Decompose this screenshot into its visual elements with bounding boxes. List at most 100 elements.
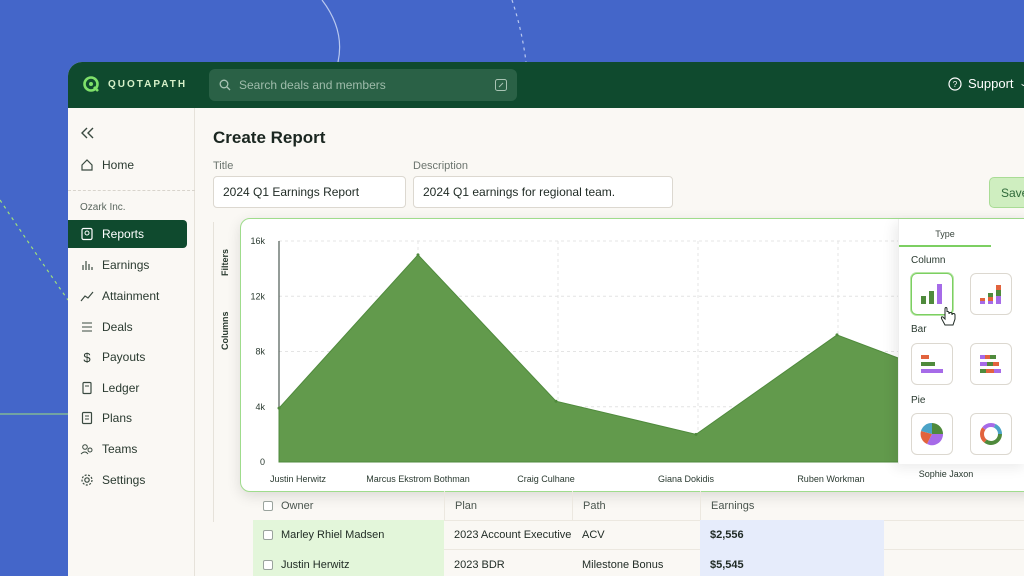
- owner-cell: Marley Rhiel Madsen: [253, 520, 444, 550]
- path-cell: Milestone Bonus: [582, 559, 664, 571]
- plan-cell: 2023 Account Executive: [454, 529, 572, 541]
- sidebar-item-deals[interactable]: Deals: [68, 313, 187, 341]
- sidebar-item-label: Settings: [102, 473, 146, 487]
- teams-icon: [80, 444, 93, 455]
- brand-name: QUOTAPATH: [108, 78, 188, 90]
- tab-type[interactable]: Type: [899, 219, 991, 247]
- bar-chart-icon: [921, 355, 943, 373]
- save-button[interactable]: Save: [989, 177, 1024, 208]
- section-pie-label: Pie: [911, 395, 926, 406]
- stacked-column-chart-option[interactable]: [970, 273, 1012, 315]
- divider: [68, 190, 195, 191]
- y-tick-label: 16k: [250, 236, 265, 246]
- earnings-cell: $5,545: [700, 550, 884, 576]
- area-series: [278, 254, 977, 463]
- columns-tab[interactable]: Columns: [220, 311, 230, 350]
- x-tick-label: Giana Dokidis: [658, 474, 715, 484]
- pie-chart-icon: [920, 422, 944, 446]
- sidebar-item-earnings[interactable]: Earnings: [68, 251, 187, 279]
- ledger-icon: [82, 381, 92, 395]
- list-icon: [82, 322, 92, 332]
- sidebar-item-label: Plans: [102, 411, 133, 425]
- plan-header[interactable]: Plan: [444, 491, 572, 521]
- sidebar-item-label: Attainment: [102, 289, 160, 303]
- gear-icon: [81, 474, 93, 486]
- top-bar: QUOTAPATH Search deals and members ? Sup…: [68, 62, 1024, 108]
- shortcut-icon: [495, 79, 507, 91]
- earnings-cell: $2,556: [700, 520, 884, 550]
- section-column-label: Column: [911, 255, 946, 266]
- sidebar-item-teams[interactable]: Teams: [68, 435, 187, 463]
- sidebar-item-attainment[interactable]: Attainment: [68, 282, 187, 310]
- sidebar-item-ledger[interactable]: Ledger: [68, 374, 187, 402]
- dollar-icon: $: [83, 349, 91, 365]
- donut-chart-option[interactable]: [970, 413, 1012, 455]
- sidebar-item-reports[interactable]: Reports: [68, 220, 187, 248]
- sidebar-item-label: Earnings: [102, 258, 150, 272]
- double-chevron-left-icon: [81, 127, 94, 139]
- sidebar-item-label: Reports: [102, 227, 145, 241]
- description-field[interactable]: 2024 Q1 earnings for regional team.: [413, 176, 673, 208]
- row-checkbox[interactable]: [263, 530, 273, 540]
- sidebar-item-label: Ledger: [102, 381, 140, 395]
- filters-tab[interactable]: Filters: [220, 249, 230, 276]
- title-label: Title: [213, 160, 234, 172]
- stacked-bar-chart-icon: [980, 355, 1001, 373]
- sidebar-item-label: Payouts: [102, 350, 146, 364]
- x-tick-label: Justin Herwitz: [270, 474, 327, 484]
- y-tick-label: 0: [260, 457, 265, 467]
- home-icon: [81, 159, 93, 171]
- row-checkbox[interactable]: [263, 560, 273, 570]
- hand-pointer-icon: [940, 307, 956, 326]
- data-point: [554, 399, 558, 403]
- earnings-icon: [82, 261, 93, 270]
- table-header-row: Owner Plan Path Earnings: [253, 491, 1024, 521]
- svg-text:?: ?: [953, 80, 958, 89]
- sidebar-item-plans[interactable]: Plans: [68, 404, 187, 432]
- trend-icon: [80, 291, 94, 302]
- sidebar-item-payouts[interactable]: $ Payouts: [68, 343, 187, 371]
- sidebar-item-label: Teams: [102, 442, 138, 456]
- data-point: [835, 333, 839, 337]
- title-field[interactable]: 2024 Q1 Earnings Report: [213, 176, 406, 208]
- sidebar-item-label: Deals: [102, 320, 133, 334]
- search-icon: [219, 79, 231, 91]
- owner-header[interactable]: Owner: [253, 491, 444, 521]
- table-row[interactable]: Marley Rhiel Madsen 2023 Account Executi…: [253, 520, 1024, 550]
- description-label: Description: [413, 160, 469, 172]
- logo[interactable]: QUOTAPATH: [82, 75, 187, 93]
- search-input[interactable]: Search deals and members: [239, 78, 487, 92]
- sidebar: Home Ozark Inc. Reports Earnings Attainm…: [68, 108, 195, 576]
- help-icon: ?: [948, 76, 962, 91]
- owner-cell: Justin Herwitz: [253, 550, 444, 576]
- support-button[interactable]: ? Support ⌄: [948, 76, 1024, 91]
- data-point: [277, 406, 281, 410]
- path-header[interactable]: Path: [572, 491, 700, 521]
- chevron-down-icon: ⌄: [1019, 78, 1024, 88]
- y-tick-label: 4k: [255, 402, 265, 412]
- search-bar[interactable]: Search deals and members: [209, 69, 517, 101]
- pie-chart-option[interactable]: [911, 413, 953, 455]
- collapse-sidebar-button[interactable]: [80, 126, 96, 145]
- table-row[interactable]: Justin Herwitz 2023 BDR Milestone Bonus …: [253, 550, 1024, 576]
- y-tick-label: 12k: [250, 291, 265, 301]
- stacked-column-chart-icon: [980, 285, 1001, 304]
- x-tick-label: Craig Culhane: [517, 474, 575, 484]
- x-tick-label: Marcus Ekstrom Bothman: [366, 474, 470, 484]
- stacked-bar-chart-option[interactable]: [970, 343, 1012, 385]
- plan-icon: [81, 411, 93, 425]
- sidebar-item-home[interactable]: Home: [68, 151, 187, 179]
- path-cell: ACV: [582, 529, 605, 541]
- data-point: [416, 253, 420, 257]
- earnings-header[interactable]: Earnings: [700, 491, 884, 521]
- support-label: Support: [968, 76, 1014, 91]
- donut-chart-icon: [980, 423, 1002, 445]
- owner-header-label: Owner: [281, 500, 314, 512]
- chart-type-panel: Type Column Bar Pie: [898, 219, 1024, 464]
- plan-cell: 2023 BDR: [454, 559, 505, 571]
- x-tick-label: Ruben Workman: [797, 474, 864, 484]
- x-tick-label: Sophie Jaxon: [919, 469, 974, 479]
- sidebar-item-settings[interactable]: Settings: [68, 466, 187, 494]
- select-all-checkbox[interactable]: [263, 501, 273, 511]
- bar-chart-option[interactable]: [911, 343, 953, 385]
